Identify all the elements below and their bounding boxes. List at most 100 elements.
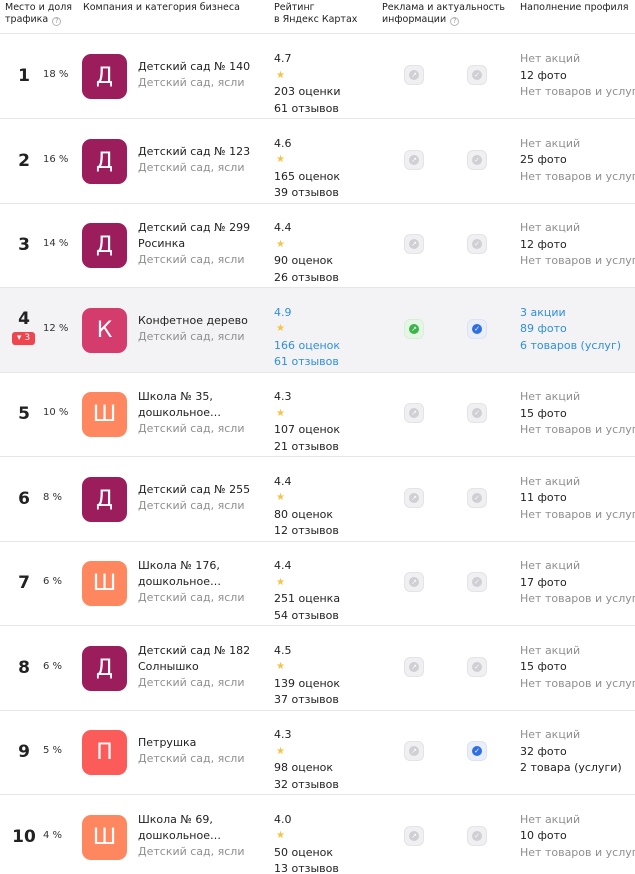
company-avatar[interactable]: Ш [82, 561, 127, 606]
company-info[interactable]: Школа № 69, дошкольное… Детский сад, ясл… [138, 812, 268, 860]
company-avatar[interactable]: Д [82, 645, 127, 691]
check-icon: ✓ [472, 408, 482, 418]
ads-status-badge[interactable]: ↗ [404, 825, 424, 846]
company-name[interactable]: Петрушка [138, 735, 268, 751]
company-name-line2[interactable]: Солнышко [138, 659, 268, 675]
promos-count[interactable]: 3 акции [520, 305, 635, 322]
rating-value: 4.5 [274, 643, 292, 657]
company-avatar[interactable]: Ш [82, 814, 127, 860]
company-avatar[interactable]: Д [82, 476, 127, 522]
photos-count: 25 фото [520, 153, 567, 166]
company-avatar[interactable]: Д [82, 223, 127, 268]
rating-value: 4.4 [274, 559, 292, 572]
help-icon[interactable]: ? [52, 17, 62, 26]
company-name[interactable]: Детский сад № 255 [138, 482, 268, 498]
company-name[interactable]: Школа № 176, [138, 558, 268, 574]
company-info[interactable]: Школа № 35, дошкольное… Детский сад, ясл… [138, 389, 268, 437]
company-name[interactable]: Конфетное дерево [138, 313, 268, 329]
info-actuality-badge[interactable]: ✓ [467, 318, 487, 339]
ad-icon: ↗ [409, 239, 419, 249]
table-row[interactable]: 4 ▾ 3 12 % К Конфетное дерево Детский са… [0, 287, 635, 373]
company-name[interactable]: Школа № 69, [138, 812, 268, 828]
company-avatar[interactable]: П [82, 730, 127, 775]
table-row[interactable]: 1 18 % Д Детский сад № 140 Детский сад, … [0, 34, 635, 119]
company-info[interactable]: Детский сад № 140 Детский сад, ясли [138, 59, 268, 91]
company-name[interactable]: Детский сад № 123 [138, 144, 268, 160]
traffic-share: 6 % [43, 576, 63, 587]
info-actuality-badge[interactable]: ✓ [467, 65, 487, 85]
company-info[interactable]: Детский сад № 182 Солнышко Детский сад, … [138, 643, 268, 691]
info-actuality-badge[interactable]: ✓ [467, 149, 487, 170]
star-icon: ★ [276, 745, 285, 757]
traffic-share: 10 % [43, 407, 69, 418]
company-info[interactable]: Петрушка Детский сад, ясли [138, 735, 268, 767]
rating-block: 4.6 ★ 165 оценок 39 отзывов [274, 136, 374, 202]
info-actuality-badge[interactable]: ✓ [467, 487, 487, 508]
table-row[interactable]: 2 16 % Д Детский сад № 123 Детский сад, … [0, 119, 635, 204]
table-row[interactable]: 10 4 % Ш Школа № 69, дошкольное… Детский… [0, 795, 635, 874]
ads-status-badge[interactable]: ↗ [404, 318, 424, 339]
company-name[interactable]: Детский сад № 140 [138, 59, 268, 75]
table-row[interactable]: 9 5 % П Петрушка Детский сад, ясли 4.3 ★ … [0, 710, 635, 795]
rank-number: 7 [18, 573, 30, 593]
table-row[interactable]: 8 6 % Д Детский сад № 182 Солнышко Детск… [0, 626, 635, 711]
promos-count: Нет акций [520, 136, 581, 150]
reviews-count: 37 отзывов [274, 693, 339, 706]
company-name-line2[interactable]: дошкольное… [138, 574, 268, 590]
ads-status-badge[interactable]: ↗ [404, 234, 424, 254]
ads-status-badge[interactable]: ↗ [404, 487, 424, 508]
company-name-line2[interactable]: дошкольное… [138, 405, 268, 421]
info-actuality-badge[interactable]: ✓ [467, 403, 487, 423]
ads-status-badge[interactable]: ↗ [404, 741, 424, 761]
reviews-count[interactable]: 61 отзывов [274, 354, 374, 371]
company-category: Детский сад, ясли [138, 498, 245, 512]
company-name-line2[interactable]: Росинка [138, 236, 268, 252]
goods-count[interactable]: 6 товаров (услуг) [520, 338, 635, 355]
table-row[interactable]: 3 14 % Д Детский сад № 299 Росинка Детск… [0, 203, 635, 288]
rank-number: 3 [18, 235, 30, 255]
info-actuality-badge[interactable]: ✓ [467, 234, 487, 254]
info-actuality-badge[interactable]: ✓ [467, 656, 487, 677]
info-actuality-badge[interactable]: ✓ [467, 741, 487, 761]
ads-status-badge[interactable]: ↗ [404, 572, 424, 592]
company-category: Детский сад, ясли [138, 844, 245, 858]
info-actuality-badge[interactable]: ✓ [467, 825, 487, 846]
company-info[interactable]: Конфетное дерево Детский сад, ясли [138, 313, 268, 345]
ad-icon: ↗ [409, 492, 419, 503]
company-avatar[interactable]: Д [82, 54, 127, 99]
ads-status-badge[interactable]: ↗ [404, 65, 424, 85]
company-avatar[interactable]: Ш [82, 392, 127, 437]
star-icon: ★ [276, 154, 285, 165]
ratings-count: 50 оценок [274, 845, 334, 859]
ads-status-badge[interactable]: ↗ [404, 403, 424, 423]
ratings-count: 107 оценок [274, 423, 341, 436]
company-name[interactable]: Детский сад № 182 [138, 643, 268, 659]
ads-status-badge[interactable]: ↗ [404, 656, 424, 677]
star-icon: ★ [276, 407, 285, 419]
company-info[interactable]: Школа № 176, дошкольное… Детский сад, яс… [138, 558, 268, 606]
profile-completeness: Нет акций 15 фото Нет товаров и услуг [520, 643, 635, 693]
check-icon: ✓ [472, 70, 482, 80]
traffic-share: 6 % [43, 660, 63, 672]
rank-number: 2 [18, 150, 30, 171]
company-name-line2[interactable]: дошкольное… [138, 828, 268, 844]
company-category: Детский сад, ясли [138, 752, 245, 765]
company-avatar[interactable]: Д [82, 138, 127, 184]
table-row[interactable]: 7 6 % Ш Школа № 176, дошкольное… Детский… [0, 541, 635, 626]
ratings-count[interactable]: 166 оценок [274, 338, 374, 355]
company-name[interactable]: Школа № 35, [138, 389, 268, 405]
company-info[interactable]: Детский сад № 299 Росинка Детский сад, я… [138, 220, 268, 268]
header-ads: Реклама и актуальность информации ? [382, 2, 505, 26]
company-name[interactable]: Детский сад № 299 [138, 220, 268, 236]
info-actuality-badge[interactable]: ✓ [467, 572, 487, 592]
company-info[interactable]: Детский сад № 255 Детский сад, ясли [138, 482, 268, 514]
table-row[interactable]: 6 8 % Д Детский сад № 255 Детский сад, я… [0, 457, 635, 542]
company-info[interactable]: Детский сад № 123 Детский сад, ясли [138, 144, 268, 176]
company-avatar[interactable]: К [82, 307, 127, 353]
promos-count: Нет акций [520, 559, 581, 572]
photos-count[interactable]: 89 фото [520, 321, 635, 338]
help-icon[interactable]: ? [450, 17, 460, 26]
table-row[interactable]: 5 10 % Ш Школа № 35, дошкольное… Детский… [0, 372, 635, 457]
ads-status-badge[interactable]: ↗ [404, 149, 424, 170]
rating-block: 4.4 ★ 80 оценок 12 отзывов [274, 474, 374, 540]
